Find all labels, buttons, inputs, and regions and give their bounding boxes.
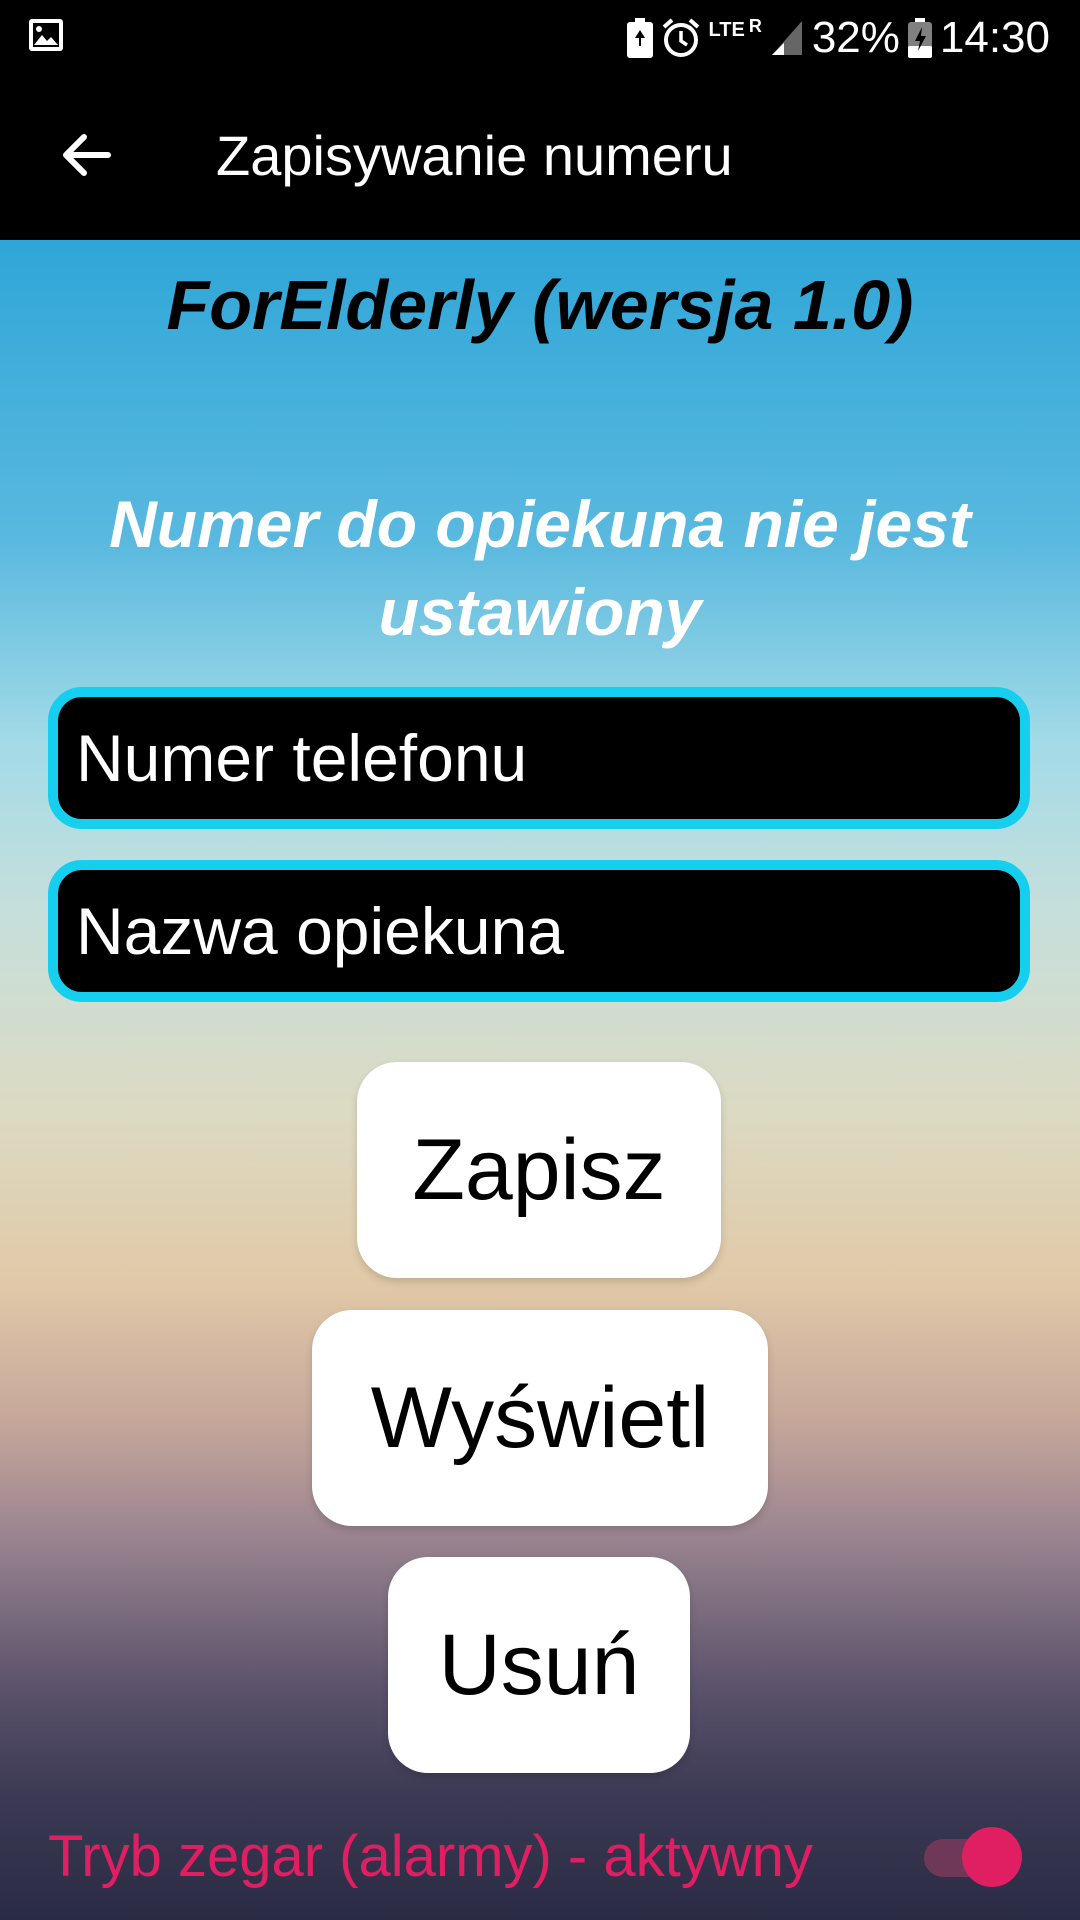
gallery-icon bbox=[29, 19, 63, 51]
roaming-indicator: R bbox=[748, 15, 762, 36]
clock-mode-toggle[interactable] bbox=[924, 1827, 1022, 1887]
screen: LTE R 32% 14:30 Zapisywanie numeru ForEl… bbox=[0, 0, 1080, 1920]
delete-button[interactable]: Usuń bbox=[388, 1557, 690, 1773]
caregiver-status-message: Numer do opiekuna nie jest ustawiony bbox=[109, 487, 971, 649]
app-bar: Zapisywanie numeru bbox=[0, 75, 1080, 240]
page-title: Zapisywanie numeru bbox=[216, 124, 733, 187]
phone-number-input[interactable] bbox=[48, 687, 1030, 829]
status-icons: LTE R 32% 14:30 bbox=[626, 10, 1050, 66]
lte-icon: LTE bbox=[708, 19, 745, 41]
status-bar: LTE R 32% 14:30 bbox=[0, 0, 1080, 75]
main-content: ForElderly (wersja 1.0) Numer do opiekun… bbox=[0, 240, 1080, 1920]
show-button[interactable]: Wyświetl bbox=[312, 1310, 768, 1526]
battery-saver-icon bbox=[626, 18, 653, 58]
clock: 14:30 bbox=[939, 13, 1050, 62]
clock-mode-row: Tryb zegar (alarmy) - aktywny bbox=[48, 1823, 1038, 1893]
clock-mode-label: Tryb zegar (alarmy) - aktywny bbox=[48, 1824, 813, 1889]
arrow-left-icon[interactable] bbox=[56, 125, 116, 185]
battery-percent: 32% bbox=[811, 13, 900, 62]
caregiver-name-input[interactable] bbox=[48, 860, 1030, 1002]
app-version: ForElderly (wersja 1.0) bbox=[166, 266, 914, 344]
alarm-icon bbox=[662, 18, 699, 57]
signal-icon bbox=[771, 21, 802, 55]
save-button[interactable]: Zapisz bbox=[357, 1062, 721, 1278]
battery-charging-icon bbox=[907, 18, 932, 58]
toggle-thumb bbox=[962, 1827, 1022, 1887]
